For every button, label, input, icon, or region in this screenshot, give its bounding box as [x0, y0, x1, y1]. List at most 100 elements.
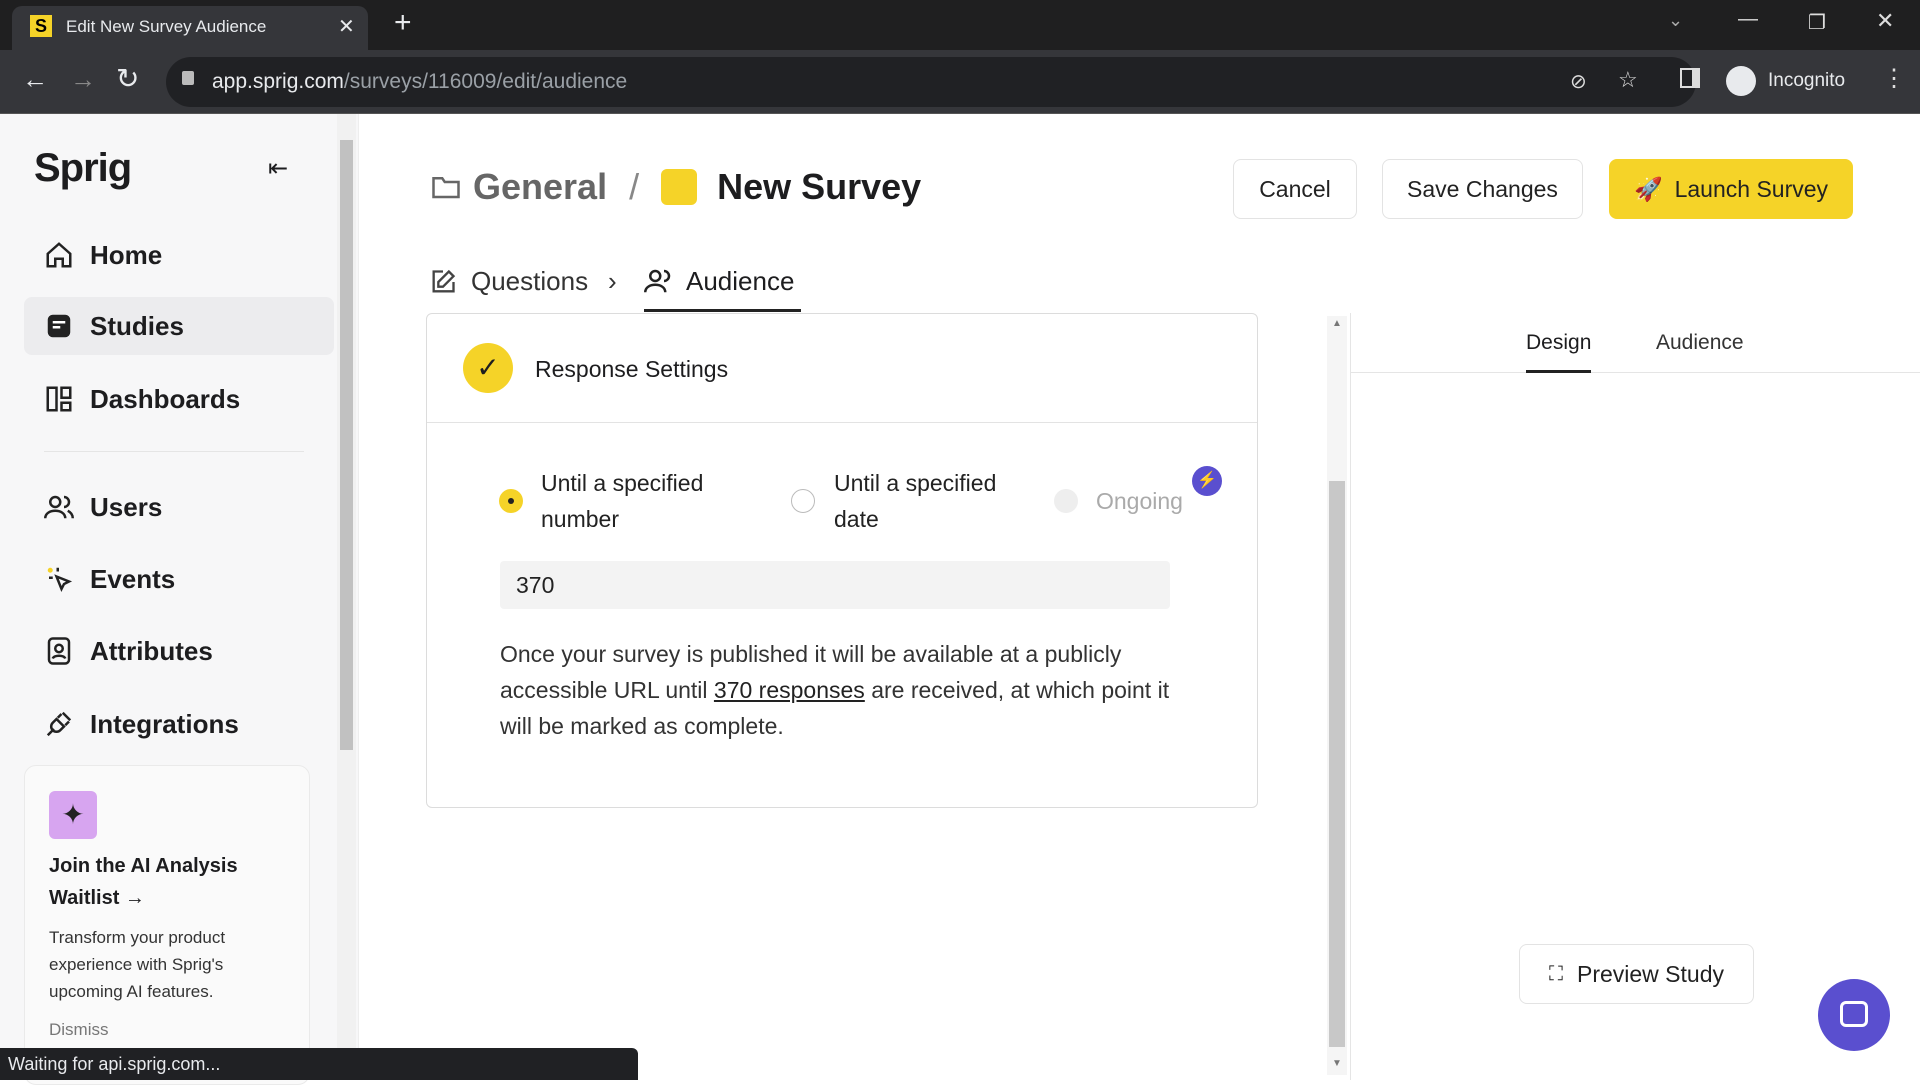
sidepanel-icon[interactable]: [1680, 68, 1700, 88]
folder-icon: [432, 177, 460, 199]
sidebar-scrollbar[interactable]: [337, 114, 356, 1048]
sidebar-item-dashboards[interactable]: Dashboards: [24, 370, 334, 428]
option-label: Until a specified date: [834, 470, 997, 532]
dashboards-icon: [46, 386, 72, 412]
users-icon: [44, 495, 74, 519]
promo-title[interactable]: Join the AI Analysis Waitlist →: [49, 850, 269, 914]
responses-link[interactable]: 370 responses: [714, 677, 865, 703]
home-icon: [46, 242, 72, 268]
launch-survey-button[interactable]: 🚀 Launch Survey: [1609, 159, 1853, 219]
address-bar[interactable]: app.sprig.com/surveys/116009/edit/audien…: [166, 57, 1696, 107]
nav-label: Attributes: [90, 635, 213, 666]
chevron-right-icon: ›: [608, 266, 617, 296]
ai-promo-card: ✦ Join the AI Analysis Waitlist → Transf…: [24, 765, 310, 1085]
collapse-sidebar-icon[interactable]: ⇤: [268, 154, 288, 183]
option-label: Ongoing: [1096, 488, 1183, 514]
profile-label[interactable]: Incognito: [1768, 70, 1845, 92]
eye-off-icon[interactable]: ⊘: [1570, 69, 1587, 94]
favicon-icon: S: [30, 15, 52, 37]
status-bar: Waiting for api.sprig.com...: [0, 1048, 638, 1080]
events-icon: [47, 567, 73, 593]
scroll-up-icon[interactable]: ▲: [1332, 318, 1342, 329]
close-window-icon[interactable]: ✕: [1876, 8, 1894, 34]
survey-title[interactable]: New Survey: [717, 166, 921, 208]
chat-launcher-button[interactable]: [1818, 979, 1890, 1051]
sidebar-item-attributes[interactable]: Attributes: [24, 622, 334, 680]
new-tab-icon[interactable]: +: [394, 6, 412, 40]
nav-label: Studies: [90, 310, 184, 341]
lock-icon: [182, 71, 194, 85]
step-audience[interactable]: Audience: [644, 266, 801, 312]
back-icon[interactable]: ←: [22, 64, 48, 95]
close-tab-icon[interactable]: ✕: [338, 14, 355, 39]
preview-label: Preview Study: [1576, 960, 1724, 987]
survey-icon: [661, 169, 698, 205]
promo-body: Transform your product experience with S…: [49, 928, 226, 1001]
scroll-thumb[interactable]: [1329, 481, 1345, 1047]
incognito-icon: [1726, 66, 1756, 96]
nav-label: Home: [90, 239, 163, 270]
plug-icon: [46, 711, 72, 737]
dismiss-link[interactable]: Dismiss: [49, 1020, 109, 1040]
browser-toolbar: ← → ↻ app.sprig.com/surveys/116009/edit/…: [0, 50, 1920, 114]
breadcrumb-separator: /: [629, 166, 640, 207]
restore-icon[interactable]: ❐: [1808, 10, 1826, 35]
edit-icon: [432, 269, 456, 292]
breadcrumb: General / New Survey: [429, 166, 921, 208]
bolt-icon: ⚡: [1192, 466, 1222, 496]
save-changes-button[interactable]: Save Changes: [1382, 159, 1583, 219]
card-divider: [427, 422, 1257, 423]
check-icon: ✓: [463, 343, 513, 393]
breadcrumb-folder[interactable]: General: [473, 166, 607, 208]
preview-tabs-divider: [1351, 372, 1920, 373]
expand-icon: ⛶: [1548, 962, 1563, 985]
scroll-down-icon[interactable]: ▼: [1332, 1058, 1342, 1069]
url-host: app.sprig.com: [212, 70, 344, 93]
sidebar-item-integrations[interactable]: Integrations: [24, 695, 334, 753]
sidebar-item-events[interactable]: Events: [24, 550, 334, 608]
sidebar-divider: [44, 451, 304, 452]
forward-icon[interactable]: →: [70, 64, 96, 95]
studies-icon: [47, 314, 71, 338]
nav-label: Users: [90, 491, 163, 522]
nav-label: Dashboards: [90, 383, 241, 414]
sidebar-item-studies[interactable]: Studies: [24, 297, 334, 355]
star-icon[interactable]: ☆: [1618, 67, 1638, 93]
nav-label: Events: [90, 563, 176, 594]
option-label: Until a specified number: [541, 470, 704, 532]
preview-study-button[interactable]: ⛶ Preview Study: [1519, 944, 1754, 1004]
response-count-input[interactable]: [500, 561, 1170, 609]
step-label: Audience: [686, 266, 795, 296]
menu-icon[interactable]: ⋮: [1882, 64, 1906, 93]
reload-icon[interactable]: ↻: [116, 62, 139, 95]
tab-design[interactable]: Design: [1526, 331, 1592, 373]
tab-audience[interactable]: Audience: [1656, 331, 1744, 355]
browser-tab-bar: S Edit New Survey Audience ✕ + ⌄ — ❐ ✕: [0, 0, 1920, 50]
radio-until-date[interactable]: [791, 489, 815, 513]
card-title: Response Settings: [535, 356, 729, 382]
sidebar-item-home[interactable]: Home: [24, 226, 334, 284]
launch-label: Launch Survey: [1674, 175, 1829, 202]
url: app.sprig.com/surveys/116009/edit/audien…: [212, 70, 627, 94]
sidebar-item-users[interactable]: Users: [24, 478, 334, 536]
nav-label: Integrations: [90, 708, 239, 739]
attributes-icon: [47, 637, 71, 665]
rocket-icon: 🚀: [1633, 175, 1663, 202]
cancel-button[interactable]: Cancel: [1233, 159, 1357, 219]
minimize-icon[interactable]: —: [1738, 8, 1758, 31]
url-path: /surveys/116009/edit/audience: [343, 70, 628, 93]
radio-until-number[interactable]: [499, 489, 523, 513]
ai-sparkle-icon: ✦: [49, 791, 97, 839]
audience-icon: [644, 269, 671, 293]
tab-search-icon[interactable]: ⌄: [1668, 10, 1683, 31]
sprig-logo[interactable]: Sprig: [34, 146, 132, 191]
preview-panel: Design Audience ⛶ Preview Study: [1350, 313, 1920, 1080]
step-label: Questions: [471, 266, 589, 296]
card-description: Once your survey is published it will be…: [500, 636, 1200, 744]
step-questions[interactable]: Questions: [429, 266, 588, 297]
radio-ongoing: [1054, 489, 1078, 513]
response-settings-card: ✓ Response Settings Until a specified nu…: [426, 313, 1258, 808]
tab-title: Edit New Survey Audience: [66, 17, 267, 36]
main-scrollbar[interactable]: ▲ ▼: [1327, 316, 1347, 1075]
browser-tab[interactable]: S Edit New Survey Audience ✕: [12, 6, 368, 50]
